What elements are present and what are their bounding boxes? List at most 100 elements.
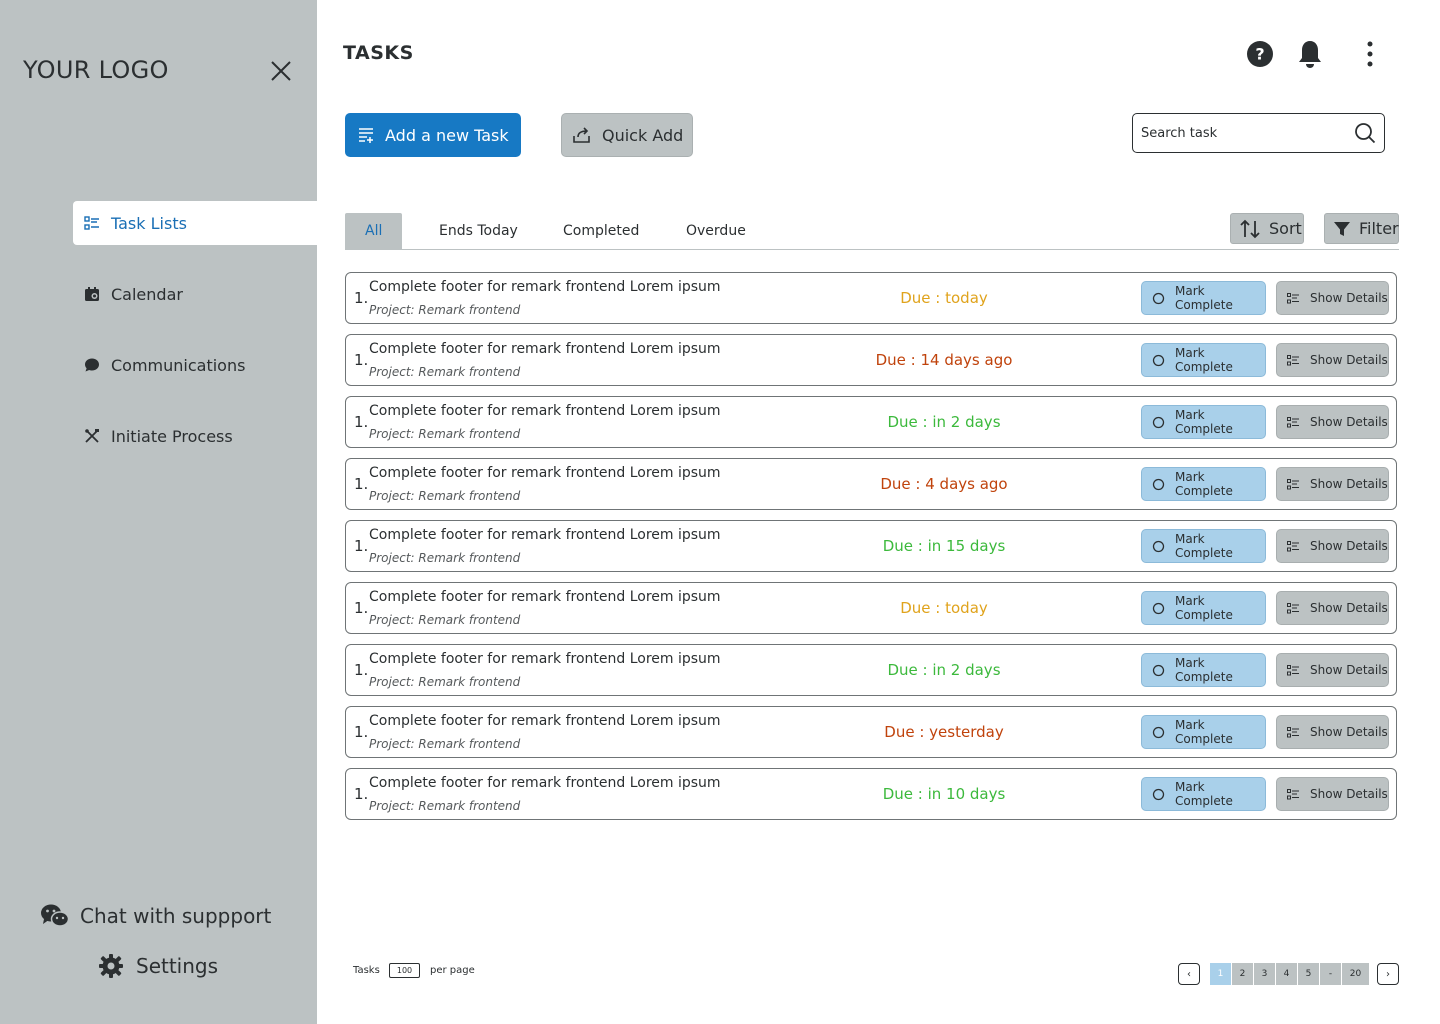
page-button[interactable]: 5	[1298, 963, 1320, 985]
sidebar: YOUR LOGO Task Lists Calendar Communicat…	[0, 0, 317, 1024]
task-due: Due : in 10 days	[882, 785, 1006, 803]
add-task-label: Add a new Task	[385, 125, 509, 145]
tasks-label: Tasks	[353, 965, 380, 976]
show-details-button[interactable]: Show Details	[1276, 467, 1389, 501]
task-number: 1.	[354, 723, 369, 741]
task-title: Complete footer for remark frontend Lore…	[369, 651, 721, 667]
mark-complete-button[interactable]: Mark Complete	[1141, 343, 1266, 377]
task-row: 1. Complete footer for remark frontend L…	[345, 334, 1397, 386]
pagination: 1 2 3 4 5-20	[1210, 963, 1370, 985]
mark-complete-button[interactable]: Mark Complete	[1141, 591, 1266, 625]
task-project: Project: Remark frontend	[369, 365, 521, 379]
sidebar-item-communications[interactable]: Communications	[73, 343, 317, 387]
chat-support-link[interactable]: Chat with suppport	[40, 903, 271, 929]
search-input[interactable]	[1141, 125, 1354, 141]
mark-complete-label: Mark Complete	[1175, 780, 1233, 808]
svg-text:?: ?	[1255, 45, 1264, 64]
mark-complete-button[interactable]: Mark Complete	[1141, 529, 1266, 563]
mark-complete-button[interactable]: Mark Complete	[1141, 281, 1266, 315]
task-number: 1.	[354, 289, 369, 307]
show-details-label: Show Details	[1310, 787, 1388, 801]
page-title: TASKS	[343, 42, 414, 64]
mark-complete-label: Mark Complete	[1175, 470, 1233, 498]
task-project: Project: Remark frontend	[369, 737, 521, 751]
mark-complete-button[interactable]: Mark Complete	[1141, 715, 1266, 749]
task-number: 1.	[354, 785, 369, 803]
settings-label: Settings	[136, 954, 219, 978]
add-list-icon	[357, 126, 375, 144]
task-title: Complete footer for remark frontend Lore…	[369, 279, 721, 295]
mark-complete-button[interactable]: Mark Complete	[1141, 405, 1266, 439]
task-row: 1. Complete footer for remark frontend L…	[345, 458, 1397, 510]
tab-all[interactable]: All	[345, 213, 403, 249]
task-row: 1. Complete footer for remark frontend L…	[345, 644, 1397, 696]
per-page-input[interactable]: 100	[389, 963, 420, 978]
page-button[interactable]: 4	[1276, 963, 1298, 985]
circle-icon	[1152, 478, 1165, 491]
mark-complete-button[interactable]: Mark Complete	[1141, 653, 1266, 687]
task-project: Project: Remark frontend	[369, 613, 521, 627]
upload-icon	[572, 126, 592, 144]
notifications-button[interactable]	[1294, 38, 1326, 70]
show-details-button[interactable]: Show Details	[1276, 343, 1389, 377]
page-button[interactable]: 2	[1232, 963, 1254, 985]
sidebar-item-initiate-process[interactable]: Initiate Process	[73, 414, 317, 458]
logo: YOUR LOGO	[23, 56, 169, 84]
prev-page-button[interactable]: ‹	[1178, 963, 1200, 985]
show-details-label: Show Details	[1310, 353, 1388, 367]
search-icon[interactable]	[1354, 122, 1376, 144]
show-details-button[interactable]: Show Details	[1276, 777, 1389, 811]
quick-add-button[interactable]: Quick Add	[561, 113, 693, 157]
sidebar-item-calendar[interactable]: Calendar	[73, 272, 317, 316]
mark-complete-label: Mark Complete	[1175, 718, 1233, 746]
filter-button[interactable]: Filter	[1324, 213, 1399, 244]
show-details-button[interactable]: Show Details	[1276, 653, 1389, 687]
task-title: Complete footer for remark frontend Lore…	[369, 527, 721, 543]
task-project: Project: Remark frontend	[369, 489, 521, 503]
circle-icon	[1152, 602, 1165, 615]
tab-completed[interactable]: Completed	[563, 213, 639, 249]
page-button[interactable]: 3	[1254, 963, 1276, 985]
mark-complete-button[interactable]: Mark Complete	[1141, 777, 1266, 811]
page-button[interactable]: 20	[1342, 963, 1370, 985]
add-task-button[interactable]: Add a new Task	[345, 113, 521, 157]
show-details-label: Show Details	[1310, 725, 1388, 739]
task-due: Due : today	[900, 289, 988, 307]
mark-complete-button[interactable]: Mark Complete	[1141, 467, 1266, 501]
sort-button[interactable]: Sort	[1230, 213, 1304, 244]
chevron-left-icon: ‹	[1187, 968, 1191, 980]
mark-complete-label: Mark Complete	[1175, 408, 1233, 436]
mark-complete-label: Mark Complete	[1175, 594, 1233, 622]
more-vertical-icon	[1367, 41, 1373, 67]
show-details-button[interactable]: Show Details	[1276, 405, 1389, 439]
tools-icon	[83, 427, 101, 445]
task-title: Complete footer for remark frontend Lore…	[369, 465, 721, 481]
close-sidebar-button[interactable]	[266, 56, 296, 86]
show-details-label: Show Details	[1310, 291, 1388, 305]
task-title: Complete footer for remark frontend Lore…	[369, 713, 721, 729]
page-button[interactable]: 1	[1210, 963, 1232, 985]
settings-link[interactable]: Settings	[98, 953, 218, 979]
task-row: 1. Complete footer for remark frontend L…	[345, 520, 1397, 572]
tab-ends-today[interactable]: Ends Today	[439, 213, 518, 249]
details-list-icon	[1287, 788, 1300, 800]
gear-icon	[98, 953, 124, 979]
help-icon: ?	[1247, 41, 1273, 67]
sidebar-item-task-lists[interactable]: Task Lists	[73, 201, 317, 245]
mark-complete-label: Mark Complete	[1175, 346, 1233, 374]
help-button[interactable]: ?	[1244, 38, 1276, 70]
next-page-button[interactable]: ›	[1377, 963, 1399, 985]
page-button[interactable]: -	[1320, 963, 1342, 985]
details-list-icon	[1287, 602, 1300, 614]
show-details-button[interactable]: Show Details	[1276, 715, 1389, 749]
task-project: Project: Remark frontend	[369, 675, 521, 689]
task-number: 1.	[354, 661, 369, 679]
task-row: 1. Complete footer for remark frontend L…	[345, 396, 1397, 448]
tabs-divider	[345, 249, 1399, 250]
sidebar-item-label: Calendar	[111, 284, 183, 304]
show-details-button[interactable]: Show Details	[1276, 591, 1389, 625]
tab-overdue[interactable]: Overdue	[686, 213, 746, 249]
show-details-button[interactable]: Show Details	[1276, 281, 1389, 315]
more-options-button[interactable]	[1354, 38, 1386, 70]
show-details-button[interactable]: Show Details	[1276, 529, 1389, 563]
